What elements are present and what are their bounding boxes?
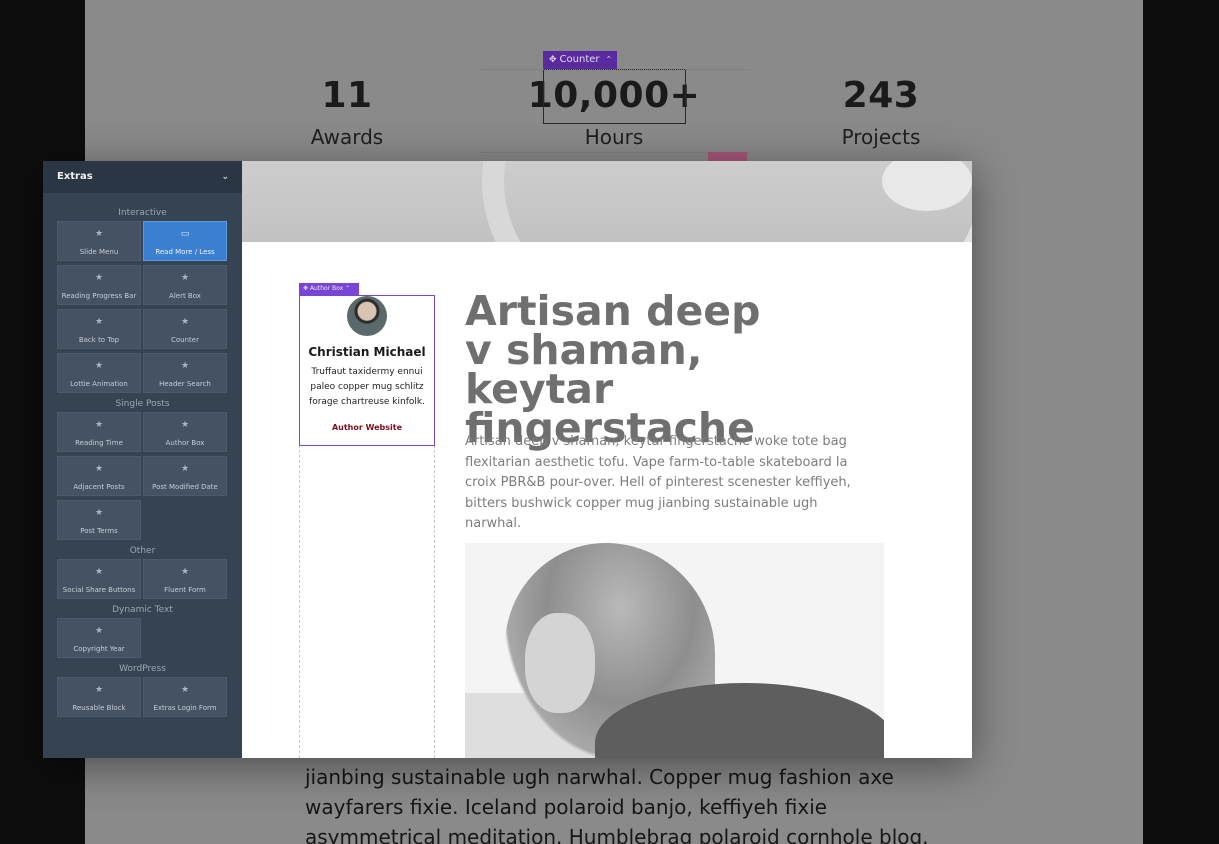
chevron-up-icon[interactable]: ⌃ — [606, 55, 613, 64]
tile-copyright-year[interactable]: ★ Copyright Year — [57, 618, 141, 658]
section-heading: Interactive — [118, 208, 167, 218]
section-heading: Dynamic Text — [112, 605, 173, 615]
counter-value: 11 — [321, 75, 373, 116]
star-icon: ★ — [94, 508, 104, 518]
star-icon: ★ — [180, 420, 190, 430]
tile-extras-login-form[interactable]: ★ Extras Login Form — [143, 677, 227, 717]
star-icon: ★ — [94, 685, 104, 695]
tile-slide-menu[interactable]: ★ Slide Menu — [57, 221, 141, 261]
author-box[interactable]: Christian Michael Truffaut taxidermy enn… — [299, 295, 435, 446]
star-icon: ★ — [94, 567, 104, 577]
star-icon: ★ — [180, 361, 190, 371]
star-icon: ★ — [94, 229, 104, 239]
move-arrows-icon[interactable]: ✥ — [303, 285, 308, 292]
tile-post-modified-date[interactable]: ★ Post Modified Date — [143, 456, 227, 496]
tile-header-search[interactable]: ★ Header Search — [143, 353, 227, 393]
star-icon: ★ — [94, 420, 104, 430]
section-heading: WordPress — [119, 664, 166, 674]
tile-reading-time[interactable]: ★ Reading Time — [57, 412, 141, 452]
sidebar-title: Extras — [57, 171, 93, 182]
author-box-tag-label: Author Box — [309, 285, 344, 292]
tile-post-terms[interactable]: ★ Post Terms — [57, 500, 141, 540]
section-grid-interactive: ★ Slide Menu ▭ Read More / Less ★ Reading P… — [43, 221, 242, 393]
counter-projects: 243 Projects — [771, 72, 991, 154]
star-icon: ★ — [94, 626, 104, 636]
counter-element-tag[interactable]: ✥ Counter ⌃ — [543, 51, 617, 69]
counter-awards: 11 Awards — [237, 72, 457, 154]
counter-value: 243 — [842, 75, 920, 116]
counter-label: Awards — [310, 125, 384, 149]
chevron-up-icon[interactable]: ⌃ — [345, 285, 350, 292]
star-icon: ★ — [94, 361, 104, 371]
author-name: Christian Michael — [308, 345, 426, 359]
star-icon: ★ — [94, 273, 104, 283]
star-icon: ★ — [180, 464, 190, 474]
tile-fluent-form[interactable]: ★ Fluent Form — [143, 559, 227, 599]
post-title: Artisan deep v shaman, keytar fingerstac… — [465, 287, 761, 452]
section-grid-dynamic-text: ★ Copyright Year — [43, 618, 242, 658]
background-body-text: jianbing sustainable ugh narwhal. Copper… — [305, 765, 929, 844]
tile-back-to-top[interactable]: ★ Back to Top — [57, 309, 141, 349]
tile-adjacent-posts[interactable]: ★ Adjacent Posts — [57, 456, 141, 496]
counter-label: Projects — [841, 125, 921, 149]
section-grid-other: ★ Social Share Buttons ★ Fluent Form — [43, 559, 242, 599]
author-website-link[interactable]: Author Website — [300, 423, 434, 432]
read-more-icon: ▭ — [180, 229, 190, 239]
tile-lottie-animation[interactable]: ★ Lottie Animation — [57, 353, 141, 393]
tile-counter[interactable]: ★ Counter — [143, 309, 227, 349]
star-icon: ★ — [180, 685, 190, 695]
counter-label: Hours — [584, 125, 644, 149]
section-grid-single-posts: ★ Reading Time ★ Author Box ★ Adjacent Post… — [43, 412, 242, 540]
section-heading: Other — [129, 546, 156, 556]
tile-social-share-buttons[interactable]: ★ Social Share Buttons — [57, 559, 141, 599]
featured-photo — [465, 543, 884, 758]
tile-reusable-block[interactable]: ★ Reusable Block — [57, 677, 141, 717]
tile-author-box[interactable]: ★ Author Box — [143, 412, 227, 452]
author-box-element-tag[interactable]: ✥ Author Box ⌃ — [299, 283, 359, 295]
builder-screenshot: Extras ⌄ Interactive ★ Slide Menu ▭ Read M… — [43, 161, 972, 758]
move-arrows-icon[interactable]: ✥ — [549, 55, 557, 65]
counter-tag-label: Counter — [559, 54, 600, 65]
author-bio: Truffaut taxidermy ennui paleo copper mu… — [309, 367, 425, 407]
chevron-down-icon[interactable]: ⌄ — [221, 161, 229, 193]
element-handle — [708, 152, 747, 161]
page-preview: ✥ Author Box ⌃ Christian Michael Truffau… — [242, 161, 972, 758]
photo-face — [525, 613, 595, 713]
star-icon: ★ — [180, 567, 190, 577]
avatar — [347, 296, 387, 336]
divider — [480, 69, 750, 70]
extras-sidebar: Extras ⌄ Interactive ★ Slide Menu ▭ Read M… — [43, 161, 242, 758]
counter-selection-outline — [543, 69, 686, 124]
star-icon: ★ — [94, 317, 104, 327]
sidebar-header[interactable]: Extras ⌄ — [43, 161, 242, 193]
hero-image — [242, 161, 972, 242]
star-icon: ★ — [180, 317, 190, 327]
tile-reading-progress-bar[interactable]: ★ Reading Progress Bar — [57, 265, 141, 305]
tile-read-more-less[interactable]: ▭ Read More / Less — [143, 221, 227, 261]
section-grid-wordpress: ★ Reusable Block ★ Extras Login Form — [43, 677, 242, 717]
tile-alert-box[interactable]: ★ Alert Box — [143, 265, 227, 305]
star-icon: ★ — [94, 464, 104, 474]
section-heading: Single Posts — [115, 399, 170, 409]
star-icon: ★ — [180, 273, 190, 283]
post-excerpt: Artisan deep v shaman, keytar fingerstac… — [465, 434, 851, 531]
